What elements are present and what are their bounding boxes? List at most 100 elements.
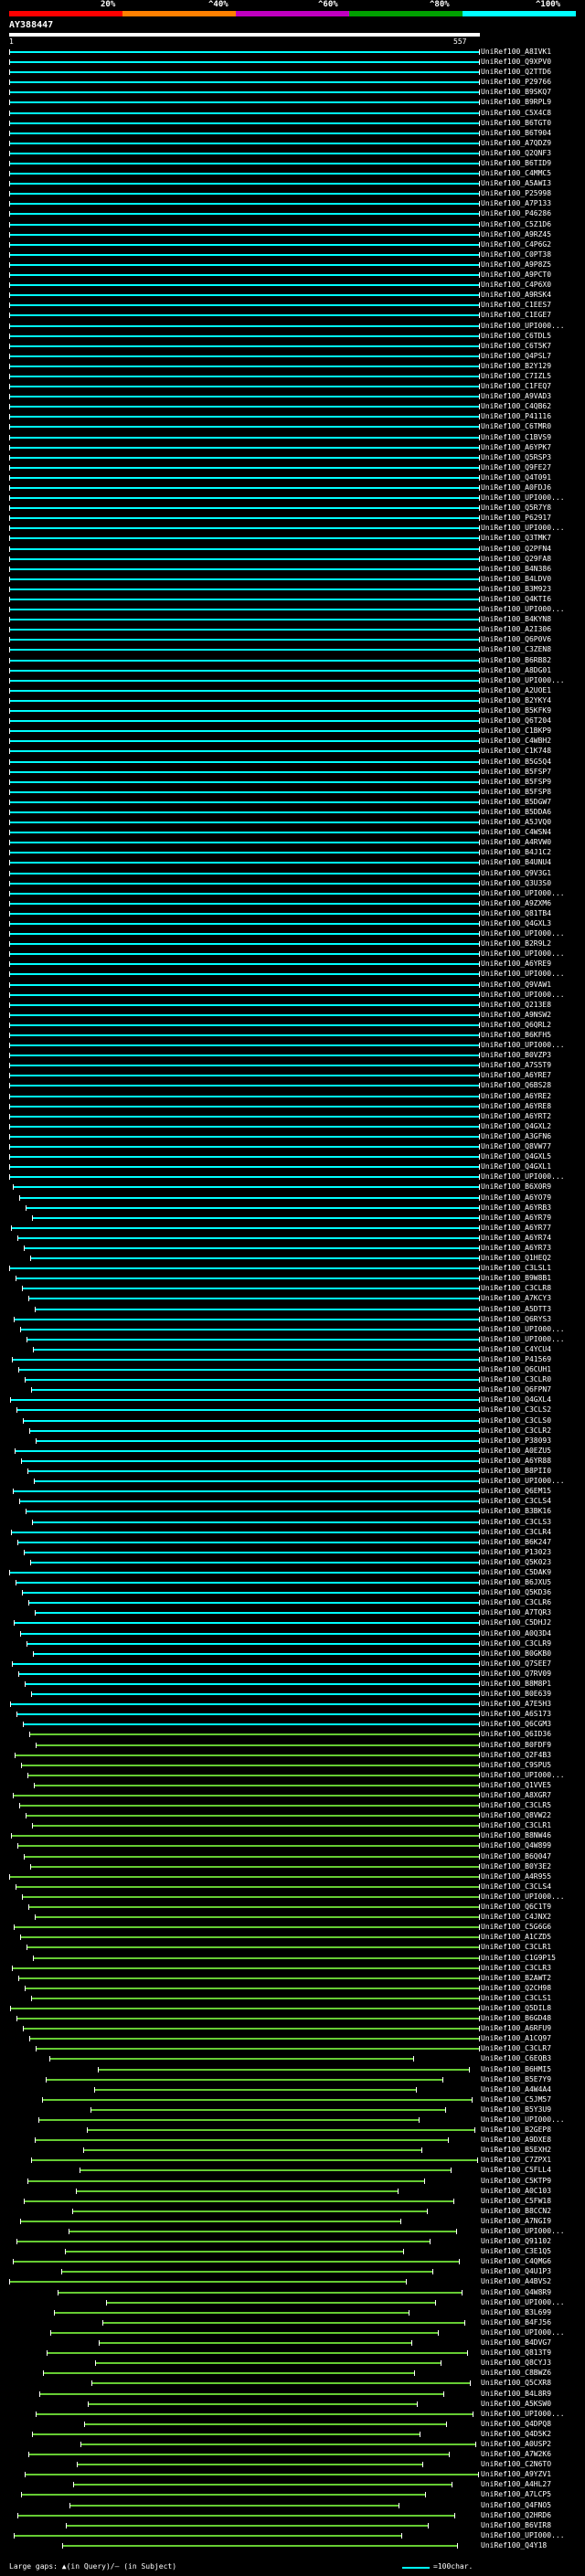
hit-link[interactable]: UniRef100_C1FEQ7 bbox=[481, 382, 551, 391]
hit-link[interactable]: UniRef100_Q9FE27 bbox=[481, 463, 551, 472]
hit-link[interactable]: UniRef100_B4L8R9 bbox=[481, 2390, 551, 2399]
hit-link[interactable]: UniRef100_B5E7Y9 bbox=[481, 2075, 551, 2084]
hit-link[interactable]: UniRef100_B5KFK9 bbox=[481, 706, 551, 716]
hit-link[interactable]: UniRef100_Q6ID36 bbox=[481, 1730, 551, 1739]
hit-link[interactable]: UniRef100_C4QB62 bbox=[481, 402, 551, 411]
hit-link[interactable]: UniRef100_Q6QRL2 bbox=[481, 1021, 551, 1030]
hit-link[interactable]: UniRef100_C6TDL5 bbox=[481, 332, 551, 341]
hit-link[interactable]: UniRef100_A1CQ97 bbox=[481, 2034, 551, 2043]
hit-link[interactable]: UniRef100_C3CLS2 bbox=[481, 1405, 551, 1415]
hit-link[interactable]: UniRef100_C4MMC5 bbox=[481, 169, 551, 178]
hit-link[interactable]: UniRef100_UPI000... bbox=[481, 949, 565, 959]
hit-link[interactable]: UniRef100_Q5KD36 bbox=[481, 1588, 551, 1597]
hit-link[interactable]: UniRef100_Q4DPQ8 bbox=[481, 2420, 551, 2429]
hit-link[interactable]: UniRef100_B6RB82 bbox=[481, 656, 551, 665]
hit-link[interactable]: UniRef100_C4P6X0 bbox=[481, 281, 551, 290]
hit-link[interactable]: UniRef100_C6TMR0 bbox=[481, 422, 551, 431]
hit-link[interactable]: UniRef100_C3CLR3 bbox=[481, 1964, 551, 1973]
hit-link[interactable]: UniRef100_P46286 bbox=[481, 209, 551, 218]
hit-link[interactable]: UniRef100_UPI000... bbox=[481, 2115, 565, 2125]
hit-link[interactable]: UniRef100_UPI000... bbox=[481, 1892, 565, 1902]
hit-link[interactable]: UniRef100_B0Y3E2 bbox=[481, 1862, 551, 1871]
hit-link[interactable]: UniRef100_A7S5T9 bbox=[481, 1061, 551, 1070]
hit-link[interactable]: UniRef100_A4RVW0 bbox=[481, 838, 551, 847]
hit-link[interactable]: UniRef100_A9P8Z5 bbox=[481, 260, 551, 270]
hit-link[interactable]: UniRef100_Q2PFN4 bbox=[481, 545, 551, 554]
hit-link[interactable]: UniRef100_Q4KTI6 bbox=[481, 595, 551, 604]
hit-link[interactable]: UniRef100_C5FLL4 bbox=[481, 2166, 551, 2175]
hit-link[interactable]: UniRef100_A8DG01 bbox=[481, 666, 551, 675]
hit-link[interactable]: UniRef100_UPI000... bbox=[481, 605, 565, 614]
hit-link[interactable]: UniRef100_Q4GXL4 bbox=[481, 1395, 551, 1405]
hit-link[interactable]: UniRef100_C3CLR0 bbox=[481, 1375, 551, 1384]
hit-link[interactable]: UniRef100_Q5CXR8 bbox=[481, 2379, 551, 2388]
hit-link[interactable]: UniRef100_Q8VW77 bbox=[481, 1142, 551, 1151]
hit-link[interactable]: UniRef100_C4P6G2 bbox=[481, 240, 551, 249]
hit-link[interactable]: UniRef100_A6YRB3 bbox=[481, 1203, 551, 1213]
hit-link[interactable]: UniRef100_B4DVG7 bbox=[481, 2338, 551, 2348]
hit-link[interactable]: UniRef100_B5FSP7 bbox=[481, 768, 551, 777]
hit-link[interactable]: UniRef100_B5FSP8 bbox=[481, 788, 551, 797]
hit-link[interactable]: UniRef100_Q6P0V6 bbox=[481, 635, 551, 644]
hit-link[interactable]: UniRef100_Q4T091 bbox=[481, 473, 551, 482]
hit-link[interactable]: UniRef100_B6KFH5 bbox=[481, 1031, 551, 1040]
hit-link[interactable]: UniRef100_Q6C1T9 bbox=[481, 1903, 551, 1912]
hit-link[interactable]: UniRef100_Q3U3S0 bbox=[481, 879, 551, 888]
hit-link[interactable]: UniRef100_Q9V3G1 bbox=[481, 869, 551, 878]
hit-link[interactable]: UniRef100_C3CLR9 bbox=[481, 1639, 551, 1648]
hit-link[interactable]: UniRef100_C1G9P15 bbox=[481, 1954, 556, 1963]
hit-link[interactable]: UniRef100_B4LDV0 bbox=[481, 575, 551, 584]
hit-link[interactable]: UniRef100_Q7SEE7 bbox=[481, 1659, 551, 1669]
hit-link[interactable]: UniRef100_Q4W899 bbox=[481, 1841, 551, 1850]
hit-link[interactable]: UniRef100_C2N6TO bbox=[481, 2460, 551, 2469]
hit-link[interactable]: UniRef100_Q4Y18 bbox=[481, 2541, 547, 2550]
hit-link[interactable]: UniRef100_P41116 bbox=[481, 412, 551, 421]
hit-link[interactable]: UniRef100_C0PT38 bbox=[481, 250, 551, 260]
hit-link[interactable]: UniRef100_C3ZEN8 bbox=[481, 645, 551, 654]
hit-link[interactable]: UniRef100_Q7RV09 bbox=[481, 1670, 551, 1679]
hit-link[interactable]: UniRef100_B6TID9 bbox=[481, 159, 551, 168]
hit-link[interactable]: UniRef100_Q2HRD6 bbox=[481, 2511, 551, 2520]
hit-link[interactable]: UniRef100_A0FDJ6 bbox=[481, 483, 551, 493]
hit-link[interactable]: UniRef100_A8IVK1 bbox=[481, 48, 551, 57]
hit-link[interactable]: UniRef100_P62917 bbox=[481, 514, 551, 523]
hit-link[interactable]: UniRef100_UPI000... bbox=[481, 2410, 565, 2419]
hit-link[interactable]: UniRef100_B8NW46 bbox=[481, 1831, 551, 1840]
hit-link[interactable]: UniRef100_UPI000... bbox=[481, 1172, 565, 1182]
hit-link[interactable]: UniRef100_Q4D5K2 bbox=[481, 2430, 551, 2439]
hit-link[interactable]: UniRef100_Q1HEQ2 bbox=[481, 1254, 551, 1263]
hit-link[interactable]: UniRef100_A8XGR7 bbox=[481, 1791, 551, 1800]
hit-link[interactable]: UniRef100_C3CLR4 bbox=[481, 1528, 551, 1537]
hit-link[interactable]: UniRef100_A2I306 bbox=[481, 625, 551, 634]
hit-link[interactable]: UniRef100_B2GEP8 bbox=[481, 2125, 551, 2135]
hit-link[interactable]: UniRef100_A7E5H3 bbox=[481, 1700, 551, 1709]
hit-link[interactable]: UniRef100_A6RFU9 bbox=[481, 2024, 551, 2033]
hit-link[interactable]: UniRef100_B9RPL9 bbox=[481, 98, 551, 107]
hit-link[interactable]: UniRef100_A5KSW0 bbox=[481, 2400, 551, 2409]
hit-link[interactable]: UniRef100_B3BK16 bbox=[481, 1507, 551, 1516]
hit-link[interactable]: UniRef100_Q4FNO5 bbox=[481, 2501, 551, 2510]
hit-link[interactable]: UniRef100_UPI000... bbox=[481, 493, 565, 503]
hit-link[interactable]: UniRef100_A6YRE2 bbox=[481, 1092, 551, 1101]
hit-link[interactable]: UniRef100_A6YRE7 bbox=[481, 1071, 551, 1080]
hit-link[interactable]: UniRef100_B6X0R9 bbox=[481, 1182, 551, 1192]
hit-link[interactable]: UniRef100_Q6CGM3 bbox=[481, 1720, 551, 1729]
hit-link[interactable]: UniRef100_C4JNX2 bbox=[481, 1913, 551, 1922]
hit-link[interactable]: UniRef100_C9SPU5 bbox=[481, 1761, 551, 1770]
hit-link[interactable]: UniRef100_B5DGW7 bbox=[481, 798, 551, 807]
hit-link[interactable]: UniRef100_C4YCU4 bbox=[481, 1345, 551, 1354]
hit-link[interactable]: UniRef100_B6VIR8 bbox=[481, 2521, 551, 2530]
hit-link[interactable]: UniRef100_A7NGI9 bbox=[481, 2217, 551, 2226]
hit-link[interactable]: UniRef100_B6GD48 bbox=[481, 2014, 551, 2023]
hit-link[interactable]: UniRef100_P13023 bbox=[481, 1548, 551, 1557]
hit-link[interactable]: UniRef100_Q4U1P3 bbox=[481, 2267, 551, 2276]
hit-link[interactable]: UniRef100_UPI000... bbox=[481, 889, 565, 898]
hit-link[interactable]: UniRef100_B4KYN8 bbox=[481, 615, 551, 624]
hit-link[interactable]: UniRef100_A9PCT0 bbox=[481, 270, 551, 280]
hit-link[interactable]: UniRef100_UPI000... bbox=[481, 1041, 565, 1050]
hit-link[interactable]: UniRef100_UPI000... bbox=[481, 1477, 565, 1486]
hit-link[interactable]: UniRef100_Q8CYJ3 bbox=[481, 2359, 551, 2368]
hit-link[interactable]: UniRef100_A6YRE8 bbox=[481, 1102, 551, 1111]
hit-link[interactable]: UniRef100_Q5RSP3 bbox=[481, 453, 551, 462]
hit-link[interactable]: UniRef100_UPI000... bbox=[481, 2328, 565, 2337]
